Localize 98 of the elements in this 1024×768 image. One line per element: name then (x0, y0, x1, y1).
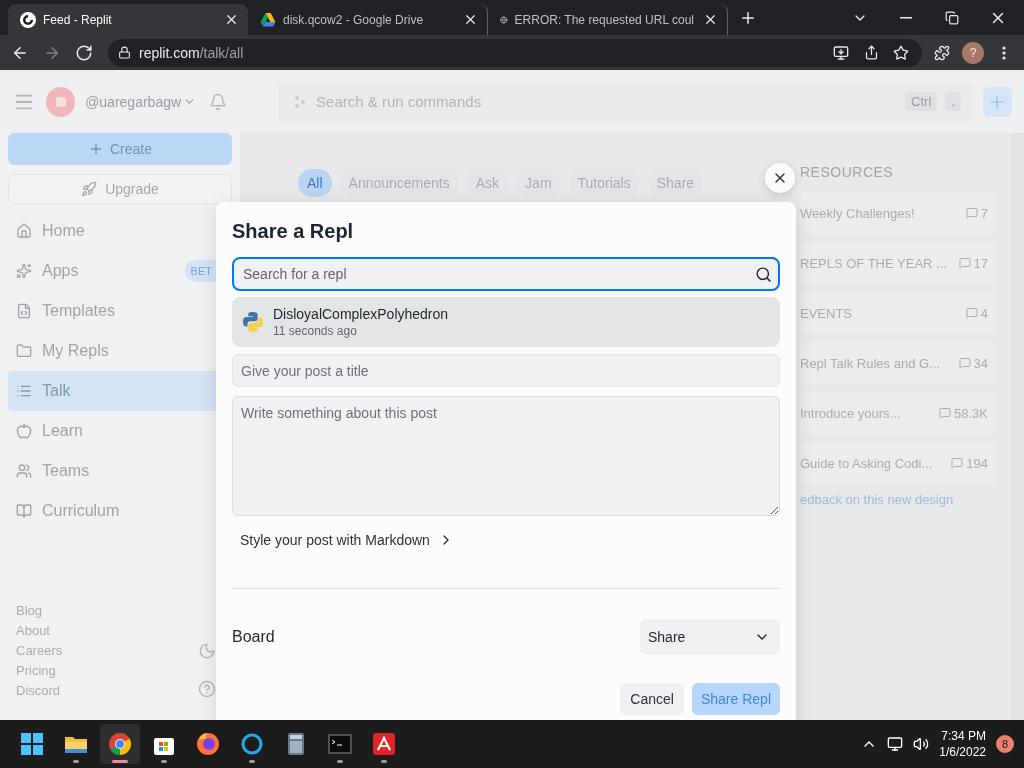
beta-tag: BET (184, 260, 216, 282)
clock-date: 1/6/2022 (939, 744, 986, 760)
markdown-link[interactable]: Style your post with Markdown (240, 532, 454, 548)
resource-card[interactable]: Weekly Challenges! 7 (800, 192, 996, 234)
comment-icon (965, 207, 978, 219)
comment-count: 194 (951, 455, 988, 471)
taskbar-app[interactable] (100, 724, 140, 764)
python-logo-icon (242, 311, 264, 333)
nav-item[interactable]: My Repls (8, 331, 216, 371)
resource-title: REPLS OF THE YEAR ... (800, 255, 948, 271)
repl-time: 11 seconds ago (273, 324, 358, 338)
nav-item[interactable]: Talk (8, 371, 216, 411)
people-icon (16, 463, 32, 479)
folder-icon (16, 343, 32, 359)
resource-title: Weekly Challenges! (800, 205, 916, 221)
nav-item[interactable]: Curriculum (8, 491, 216, 531)
feedback-link[interactable]: edback on this new design (800, 492, 996, 507)
repl-name: DisloyalComplexPolyhedron (273, 306, 449, 322)
minimize-icon (900, 16, 912, 19)
user-menu[interactable]: @uaregarbagw (85, 93, 197, 110)
lock-icon (118, 46, 131, 59)
shortcut-key: Ctrl (905, 92, 938, 111)
address-field[interactable]: replit.com/talk/all (108, 38, 922, 67)
cancel-button[interactable]: Cancel (620, 683, 684, 715)
footer-link[interactable]: Pricing (16, 663, 63, 678)
restore-icon (945, 10, 959, 25)
network-icon (887, 736, 904, 752)
comment-count: 17 (958, 255, 988, 271)
repl-search-input[interactable]: Search for a repl (241, 265, 755, 283)
list-icon (16, 383, 32, 399)
profile-button[interactable]: ? (962, 41, 984, 64)
nav-item[interactable]: Templates (8, 291, 216, 331)
dialog-title: Share a Repl (232, 220, 355, 243)
resource-card[interactable]: Repl Talk Rules and G... 34 (800, 342, 996, 384)
resource-card[interactable]: EVENTS 4 (800, 292, 996, 334)
comment-count: 34 (958, 355, 988, 371)
command-search-field[interactable]: Search & run commands Ctrl . (278, 81, 973, 122)
footer-link[interactable]: About (16, 623, 63, 638)
chrome-icon (107, 731, 133, 757)
notification-badge[interactable]: 8 (996, 735, 1014, 753)
create-button[interactable]: Create (8, 133, 232, 165)
board-select[interactable]: Share (640, 619, 780, 655)
comment-icon (939, 407, 951, 419)
clock-time: 7:34 PM (941, 728, 986, 744)
resource-title: Introduce yours... (800, 405, 902, 421)
footer-link[interactable]: Careers (16, 643, 63, 658)
resource-card[interactable]: Guide to Asking Codi... 194 (800, 442, 996, 484)
terminal-icon (327, 731, 353, 757)
comment-icon (951, 457, 964, 469)
rocket-icon (81, 181, 98, 197)
volume-icon (913, 736, 930, 752)
shortcut-key: . (945, 92, 961, 111)
apple-icon (16, 423, 32, 439)
star-icon (893, 44, 909, 61)
resource-card[interactable]: Introduce yours... 58.3K (800, 392, 996, 434)
section-heading: RESOURCES (800, 164, 895, 182)
resource-title: EVENTS (800, 305, 853, 321)
plus-icon (88, 141, 104, 157)
comment-count: 4 (965, 305, 988, 321)
nav-item[interactable]: Home (8, 211, 216, 251)
command-search-input[interactable]: Search & run commands (314, 92, 898, 111)
book-icon (16, 503, 32, 519)
comment-icon (965, 307, 978, 319)
triangle-logo-icon (260, 12, 276, 27)
resource-card[interactable]: REPLS OF THE YEAR ... 17 (800, 242, 996, 284)
resource-title: Repl Talk Rules and G... (800, 355, 941, 371)
repl-result[interactable]: DisloyalComplexPolyhedron 11 seconds ago (232, 297, 780, 347)
nav-item[interactable]: Learn (8, 411, 216, 451)
swirl-icon (20, 11, 36, 28)
board-label: Board (232, 628, 275, 646)
body-field[interactable]: Write something about this post (232, 396, 780, 516)
windows-icon (19, 731, 45, 757)
more-icon (1002, 45, 1006, 60)
dots-icon (294, 94, 307, 109)
puzzle-icon (934, 44, 950, 61)
footer-link[interactable]: Blog (16, 603, 63, 618)
footer-link[interactable]: Discord (16, 683, 63, 698)
repl-search-field[interactable]: Search for a repl (232, 257, 780, 291)
resource-title: Guide to Asking Codi... (800, 455, 934, 471)
reload-icon (75, 43, 93, 62)
house-icon (16, 223, 32, 239)
monitor-download-icon (833, 44, 849, 61)
title-field[interactable]: Give your post a title (232, 354, 780, 387)
browser-tab[interactable]: Feed - Replit (8, 4, 248, 35)
comment-count: 58.3K (939, 405, 988, 421)
share-icon (863, 45, 879, 60)
comment-icon (958, 357, 971, 369)
comment-icon (958, 257, 971, 269)
nav-item[interactable]: Apps BET (8, 251, 216, 291)
filter-chip[interactable]: All (298, 169, 332, 197)
bell-icon (209, 92, 228, 111)
nav-item[interactable]: Teams (8, 451, 216, 491)
file-code-icon (16, 303, 32, 319)
upgrade-button[interactable]: Upgrade (8, 174, 232, 204)
search-icon (755, 265, 772, 283)
ring-icon (239, 731, 265, 757)
sparkles-icon (16, 263, 32, 279)
comment-count: 7 (965, 205, 988, 221)
